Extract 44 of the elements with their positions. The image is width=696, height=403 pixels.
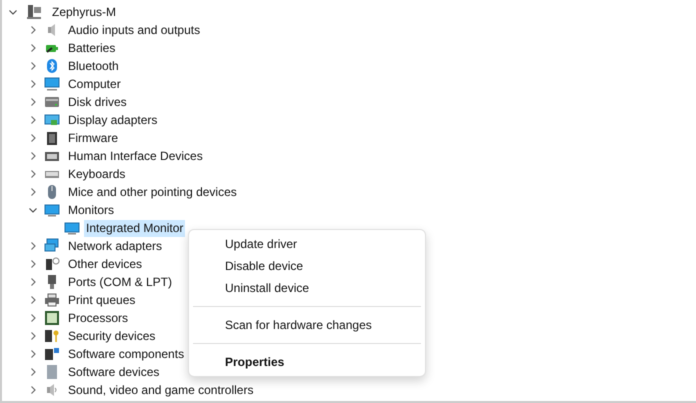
tree-item[interactable]: Keyboards — [66, 166, 128, 182]
tree-item[interactable]: Audio inputs and outputs — [66, 22, 202, 38]
menu-item[interactable]: Uninstall device — [193, 277, 421, 299]
printer-icon — [44, 292, 60, 308]
menu-item[interactable]: Scan for hardware changes — [193, 314, 421, 336]
display-card-icon — [44, 112, 60, 128]
menu-item[interactable]: Properties — [193, 351, 421, 373]
computer-icon — [26, 4, 42, 20]
tree-item[interactable]: Human Interface Devices — [66, 148, 205, 164]
software-device-icon — [44, 364, 60, 380]
chip-icon — [44, 130, 60, 146]
tree-item[interactable]: Processors — [66, 310, 130, 326]
chevron-down-icon[interactable] — [28, 205, 38, 215]
chevron-down-icon[interactable] — [8, 7, 18, 17]
tree-item[interactable]: Other devices — [66, 256, 144, 272]
menu-item[interactable]: Disable device — [193, 255, 421, 277]
network-icon — [44, 238, 60, 254]
monitor-icon — [44, 202, 60, 218]
component-icon — [44, 346, 60, 362]
tree-item[interactable]: Software devices — [66, 364, 162, 380]
bluetooth-icon — [44, 58, 60, 74]
tree-item[interactable]: Batteries — [66, 40, 118, 56]
tree-item[interactable]: Display adapters — [66, 112, 160, 128]
processor-icon — [44, 310, 60, 326]
monitor-icon — [64, 220, 80, 236]
tree-item[interactable]: Zephyrus-M — [50, 4, 118, 20]
monitor-icon — [44, 76, 60, 92]
tree-item[interactable]: Sound, video and game controllers — [66, 382, 256, 398]
tree-item[interactable]: Network adapters — [66, 238, 164, 254]
tree-item[interactable]: Integrated Monitor — [84, 220, 186, 236]
menu-item[interactable]: Update driver — [193, 233, 421, 255]
tree-item[interactable]: Software components — [66, 346, 186, 362]
tree-item[interactable]: Bluetooth — [66, 58, 121, 74]
unknown-device-icon — [44, 256, 60, 272]
tree-item[interactable]: Print queues — [66, 292, 138, 308]
tree-item[interactable]: Computer — [66, 76, 123, 92]
tree-item[interactable]: Firmware — [66, 130, 120, 146]
tree-item[interactable]: Monitors — [66, 202, 116, 218]
key-icon — [44, 328, 60, 344]
drive-icon — [44, 94, 60, 110]
tree-item[interactable]: Disk drives — [66, 94, 129, 110]
tree-item[interactable]: Ports (COM & LPT) — [66, 274, 174, 290]
tree-item[interactable]: Mice and other pointing devices — [66, 184, 239, 200]
tree-item[interactable]: Security devices — [66, 328, 158, 344]
